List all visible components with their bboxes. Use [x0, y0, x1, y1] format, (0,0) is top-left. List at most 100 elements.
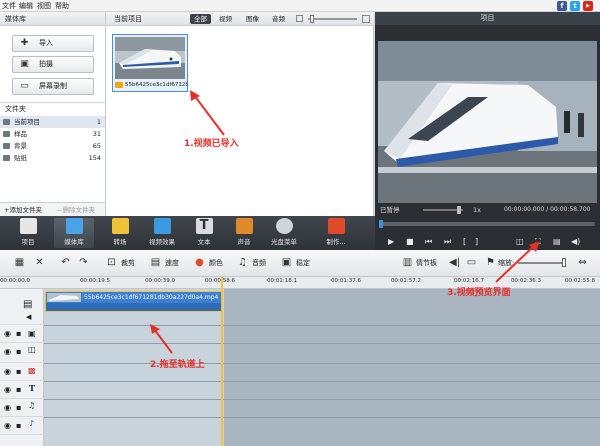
menu-view[interactable]: 视图: [37, 1, 51, 11]
lock-icon[interactable]: ▪: [16, 347, 21, 356]
delete-folder-button[interactable]: —删除文件夹: [56, 203, 95, 217]
storyboard-button[interactable]: 情节板: [416, 258, 437, 268]
text-track-icon: T: [29, 383, 35, 393]
toolbar-transitions[interactable]: 转场: [100, 218, 140, 248]
toolbar-media-library[interactable]: 媒体库: [54, 218, 94, 248]
mark-out-icon[interactable]: ]: [475, 237, 478, 246]
toolbar-video-effects[interactable]: 视频效果: [142, 218, 182, 248]
prev-frame-icon[interactable]: ⏮: [425, 237, 432, 247]
eye-icon[interactable]: ◉: [4, 421, 11, 430]
menu-help[interactable]: 帮助: [55, 1, 69, 11]
lock-icon[interactable]: ▪: [16, 403, 21, 412]
timeline-tracks[interactable]: 55b6425ce3c1df671281db30a227d0a4.mp4 2.拖…: [44, 289, 600, 446]
mark-in-icon[interactable]: [: [463, 237, 466, 246]
preview-video-frame: [378, 41, 597, 211]
toolbar-disc-menu[interactable]: 光盘菜单: [264, 218, 304, 248]
folder-item[interactable]: 当前项目 1: [0, 116, 105, 128]
folder-icon: [3, 143, 10, 149]
toolbar-text[interactable]: T 文本: [184, 218, 224, 248]
redo-icon[interactable]: ↷: [78, 257, 89, 268]
playhead[interactable]: [221, 277, 223, 446]
track-divider: [44, 399, 600, 400]
text-icon: T: [195, 218, 213, 234]
audio-icon[interactable]: ♫: [237, 257, 248, 268]
zoom-slider-handle[interactable]: [562, 258, 566, 267]
toolbar-project[interactable]: 项目: [8, 218, 48, 248]
ruler-tick: 00:01:18.1: [267, 278, 297, 284]
slider-handle[interactable]: [310, 15, 314, 23]
lock-icon[interactable]: ▪: [16, 367, 21, 376]
track-divider: [44, 325, 600, 326]
volume-icon[interactable]: ◀): [571, 237, 580, 246]
toolbar-sound[interactable]: 声音: [224, 218, 264, 248]
clip-name: 55b6425ce3c1df671281db30a227d0a4.mp4: [84, 294, 219, 301]
disc-icon: [275, 218, 293, 234]
stop-icon[interactable]: ■: [406, 237, 414, 246]
menu-file[interactable]: 文件: [2, 1, 16, 11]
record-voice-icon[interactable]: ▭: [466, 257, 477, 268]
eye-icon[interactable]: ◉: [4, 347, 11, 356]
grid-large-icon[interactable]: [362, 15, 370, 23]
speed-button[interactable]: 速度: [165, 258, 179, 268]
play-icon[interactable]: ▶: [388, 237, 394, 246]
audio-mixer-icon[interactable]: ◀|: [449, 257, 460, 268]
monitor-icon: ▭: [20, 81, 29, 91]
next-frame-icon[interactable]: ⏭: [444, 237, 451, 247]
lock-icon[interactable]: ▪: [16, 385, 21, 394]
annotation-arrow-3: [495, 241, 540, 283]
folder-icon: [3, 131, 10, 137]
ruler-tick: 00:02:16.7: [454, 278, 484, 284]
audio-button[interactable]: 音频: [252, 258, 266, 268]
plus-icon: ✚: [20, 38, 29, 48]
folder-item[interactable]: 样品 31: [0, 128, 105, 140]
aspect-icon[interactable]: ▤: [553, 237, 561, 246]
lock-icon[interactable]: ▪: [16, 421, 21, 430]
clip-thumbnail: [47, 293, 81, 302]
import-button[interactable]: ✚ 导入: [12, 35, 94, 52]
storyboard-icon[interactable]: ▥: [402, 257, 413, 268]
progress-handle[interactable]: [379, 220, 383, 228]
undo-icon[interactable]: ↶: [60, 257, 71, 268]
media-title: 当前项目: [114, 15, 142, 23]
crop-icon[interactable]: ⊡: [106, 257, 117, 268]
crop-button[interactable]: 裁剪: [121, 258, 135, 268]
thumb-size-slider[interactable]: [308, 18, 357, 20]
video-clip[interactable]: 55b6425ce3c1df671281db30a227d0a4.mp4: [45, 291, 223, 312]
color-icon[interactable]: ●: [194, 257, 205, 268]
grid-small-icon[interactable]: [296, 15, 303, 22]
folder-item[interactable]: 背景 65: [0, 140, 105, 152]
facebook-icon[interactable]: f: [557, 1, 567, 11]
toolbar-produce[interactable]: 制作...: [316, 218, 356, 248]
twitter-icon[interactable]: t: [570, 1, 580, 11]
stabilize-icon[interactable]: ▣: [281, 257, 292, 268]
tab-video[interactable]: 视频: [215, 14, 236, 24]
annotation-arrow-2: [150, 324, 173, 354]
menu-bar: 文件 编辑 视图 帮助 f t ▶: [0, 0, 600, 12]
color-button[interactable]: 颜色: [209, 258, 223, 268]
screen-record-button[interactable]: ▭ 屏幕录制: [12, 78, 94, 95]
speed-slider-handle[interactable]: [457, 206, 461, 214]
effects-icon: [153, 218, 171, 234]
progress-bar[interactable]: [379, 222, 595, 226]
folder-item[interactable]: 贴纸 154: [0, 152, 105, 164]
tab-image[interactable]: 图像: [242, 14, 263, 24]
eye-icon[interactable]: ◉: [4, 367, 11, 376]
capture-button[interactable]: ▣ 拍摄: [12, 56, 94, 73]
stabilize-button[interactable]: 稳定: [296, 258, 310, 268]
youtube-icon[interactable]: ▶: [583, 1, 593, 11]
annotation-preview-area: 3.视频预览界面: [447, 288, 511, 298]
tab-all[interactable]: 全部: [190, 14, 211, 24]
add-folder-button[interactable]: +添加文件夹: [4, 203, 42, 217]
fit-timeline-icon[interactable]: ⇔: [577, 257, 588, 268]
eye-icon[interactable]: ◉: [4, 385, 11, 394]
media-thumbnail[interactable]: 55b6425ce3c1df671281...: [112, 34, 188, 92]
speed-icon[interactable]: ▤: [150, 257, 161, 268]
eye-icon[interactable]: ◉: [4, 403, 11, 412]
tab-audio[interactable]: 音频: [268, 14, 289, 24]
menu-edit[interactable]: 编辑: [19, 1, 33, 11]
eye-icon[interactable]: ◉: [4, 329, 11, 338]
lock-icon[interactable]: ▪: [16, 329, 21, 338]
voice-track-header: ◉ ▪ ♪: [0, 417, 44, 435]
delete-icon[interactable]: ✕: [34, 257, 45, 268]
timeline-settings-icon[interactable]: ▦: [14, 257, 25, 268]
